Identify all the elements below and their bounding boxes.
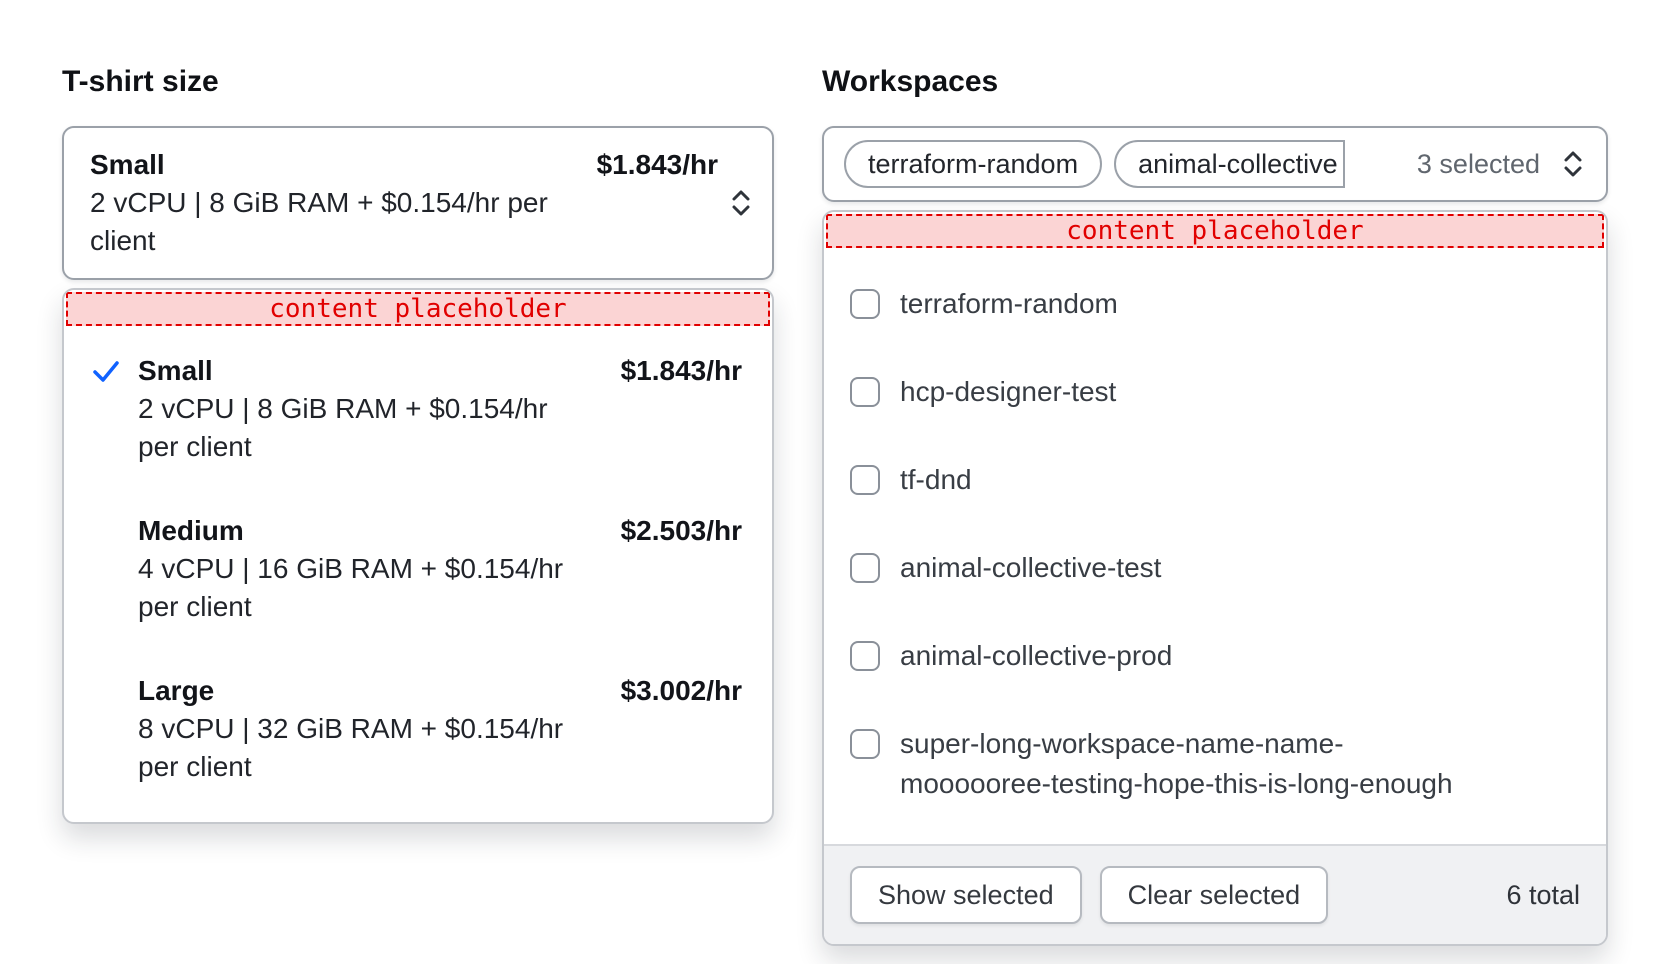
tshirt-size-dropdown: content placeholder Small $1.843/hr [62, 288, 774, 824]
workspace-option-label: tf-dnd [900, 460, 972, 500]
workspace-option-animal-collective-prod[interactable]: animal-collective-prod [850, 612, 1580, 700]
option-title: Large [138, 672, 214, 710]
workspaces-label: Workspaces [822, 64, 1608, 100]
checkbox-unchecked[interactable] [850, 729, 880, 759]
tshirt-size-trigger[interactable]: Small $1.843/hr 2 vCPU | 8 GiB RAM + $0.… [62, 126, 774, 280]
workspace-option-label: terraform-random [900, 284, 1118, 324]
selected-check-column [90, 512, 138, 626]
option-body: Medium $2.503/hr 4 vCPU | 16 GiB RAM + $… [138, 512, 742, 626]
selected-size-title: Small [90, 146, 165, 184]
checkbox-unchecked[interactable] [850, 641, 880, 671]
selected-check-column [90, 352, 138, 466]
option-title: Small [138, 352, 213, 390]
option-price: $1.843/hr [621, 352, 742, 390]
option-body: Small $1.843/hr 2 vCPU | 8 GiB RAM + $0.… [138, 352, 742, 466]
option-large[interactable]: Large $3.002/hr 8 vCPU | 32 GiB RAM + $0… [90, 672, 742, 786]
show-selected-button[interactable]: Show selected [850, 866, 1082, 924]
checkbox-unchecked[interactable] [850, 553, 880, 583]
workspace-option-label: super-long-workspace-name-name- mooooore… [900, 724, 1453, 804]
workspaces-listbox: terraform-random hcp-designer-test tf-dn… [824, 250, 1606, 844]
check-icon [90, 374, 122, 391]
page: T-shirt size Small $1.843/hr 2 vCPU | 8 … [0, 0, 1672, 946]
selected-size-price: $1.843/hr [597, 146, 718, 184]
workspaces-dropdown: content placeholder terraform-random hcp… [822, 210, 1608, 946]
workspaces-trigger[interactable]: terraform-random animal-collective 3 sel… [822, 126, 1608, 202]
selected-count-label: 3 selected [1417, 149, 1540, 180]
tag-animal-collective-clipped: animal-collective [1114, 140, 1345, 188]
content-placeholder-banner: content placeholder [66, 292, 770, 326]
workspace-option-hcp-designer-test[interactable]: hcp-designer-test [850, 348, 1580, 436]
checkbox-unchecked[interactable] [850, 289, 880, 319]
workspace-option-label: animal-collective-test [900, 548, 1161, 588]
option-price: $2.503/hr [621, 512, 742, 550]
option-title: Medium [138, 512, 244, 550]
workspace-option-label: hcp-designer-test [900, 372, 1116, 412]
caret-up-down-icon [1558, 146, 1588, 182]
option-body: Large $3.002/hr 8 vCPU | 32 GiB RAM + $0… [138, 672, 742, 786]
option-price: $3.002/hr [621, 672, 742, 710]
selected-size-description: 2 vCPU | 8 GiB RAM + $0.154/hr per clien… [90, 184, 574, 260]
workspaces-dropdown-footer: Show selected Clear selected 6 total [824, 844, 1606, 944]
option-description: 8 vCPU | 32 GiB RAM + $0.154/hr per clie… [138, 710, 570, 786]
selected-tags: terraform-random animal-collective [844, 140, 1403, 188]
checkbox-unchecked[interactable] [850, 465, 880, 495]
content-placeholder-banner: content placeholder [826, 214, 1604, 248]
selected-check-column [90, 672, 138, 786]
tshirt-size-listbox: Small $1.843/hr 2 vCPU | 8 GiB RAM + $0.… [64, 328, 772, 822]
workspace-option-super-long-name[interactable]: super-long-workspace-name-name- mooooore… [850, 700, 1580, 828]
workspaces-field: Workspaces terraform-random animal-colle… [822, 64, 1608, 946]
option-small[interactable]: Small $1.843/hr 2 vCPU | 8 GiB RAM + $0.… [90, 352, 742, 466]
workspace-option-tf-dnd[interactable]: tf-dnd [850, 436, 1580, 524]
tag-terraform-random: terraform-random [844, 140, 1102, 188]
clear-selected-button[interactable]: Clear selected [1100, 866, 1329, 924]
option-description: 4 vCPU | 16 GiB RAM + $0.154/hr per clie… [138, 550, 570, 626]
workspace-option-terraform-random[interactable]: terraform-random [850, 260, 1580, 348]
checkbox-unchecked[interactable] [850, 377, 880, 407]
workspace-option-animal-collective-test[interactable]: animal-collective-test [850, 524, 1580, 612]
tshirt-trigger-content: Small $1.843/hr 2 vCPU | 8 GiB RAM + $0.… [90, 146, 718, 260]
total-count-label: 6 total [1506, 880, 1580, 911]
workspace-option-label: animal-collective-prod [900, 636, 1172, 676]
tshirt-size-label: T-shirt size [62, 64, 774, 100]
caret-up-down-icon [726, 185, 756, 221]
option-description: 2 vCPU | 8 GiB RAM + $0.154/hr per clien… [138, 390, 570, 466]
tshirt-size-field: T-shirt size Small $1.843/hr 2 vCPU | 8 … [62, 64, 774, 824]
option-medium[interactable]: Medium $2.503/hr 4 vCPU | 16 GiB RAM + $… [90, 512, 742, 626]
